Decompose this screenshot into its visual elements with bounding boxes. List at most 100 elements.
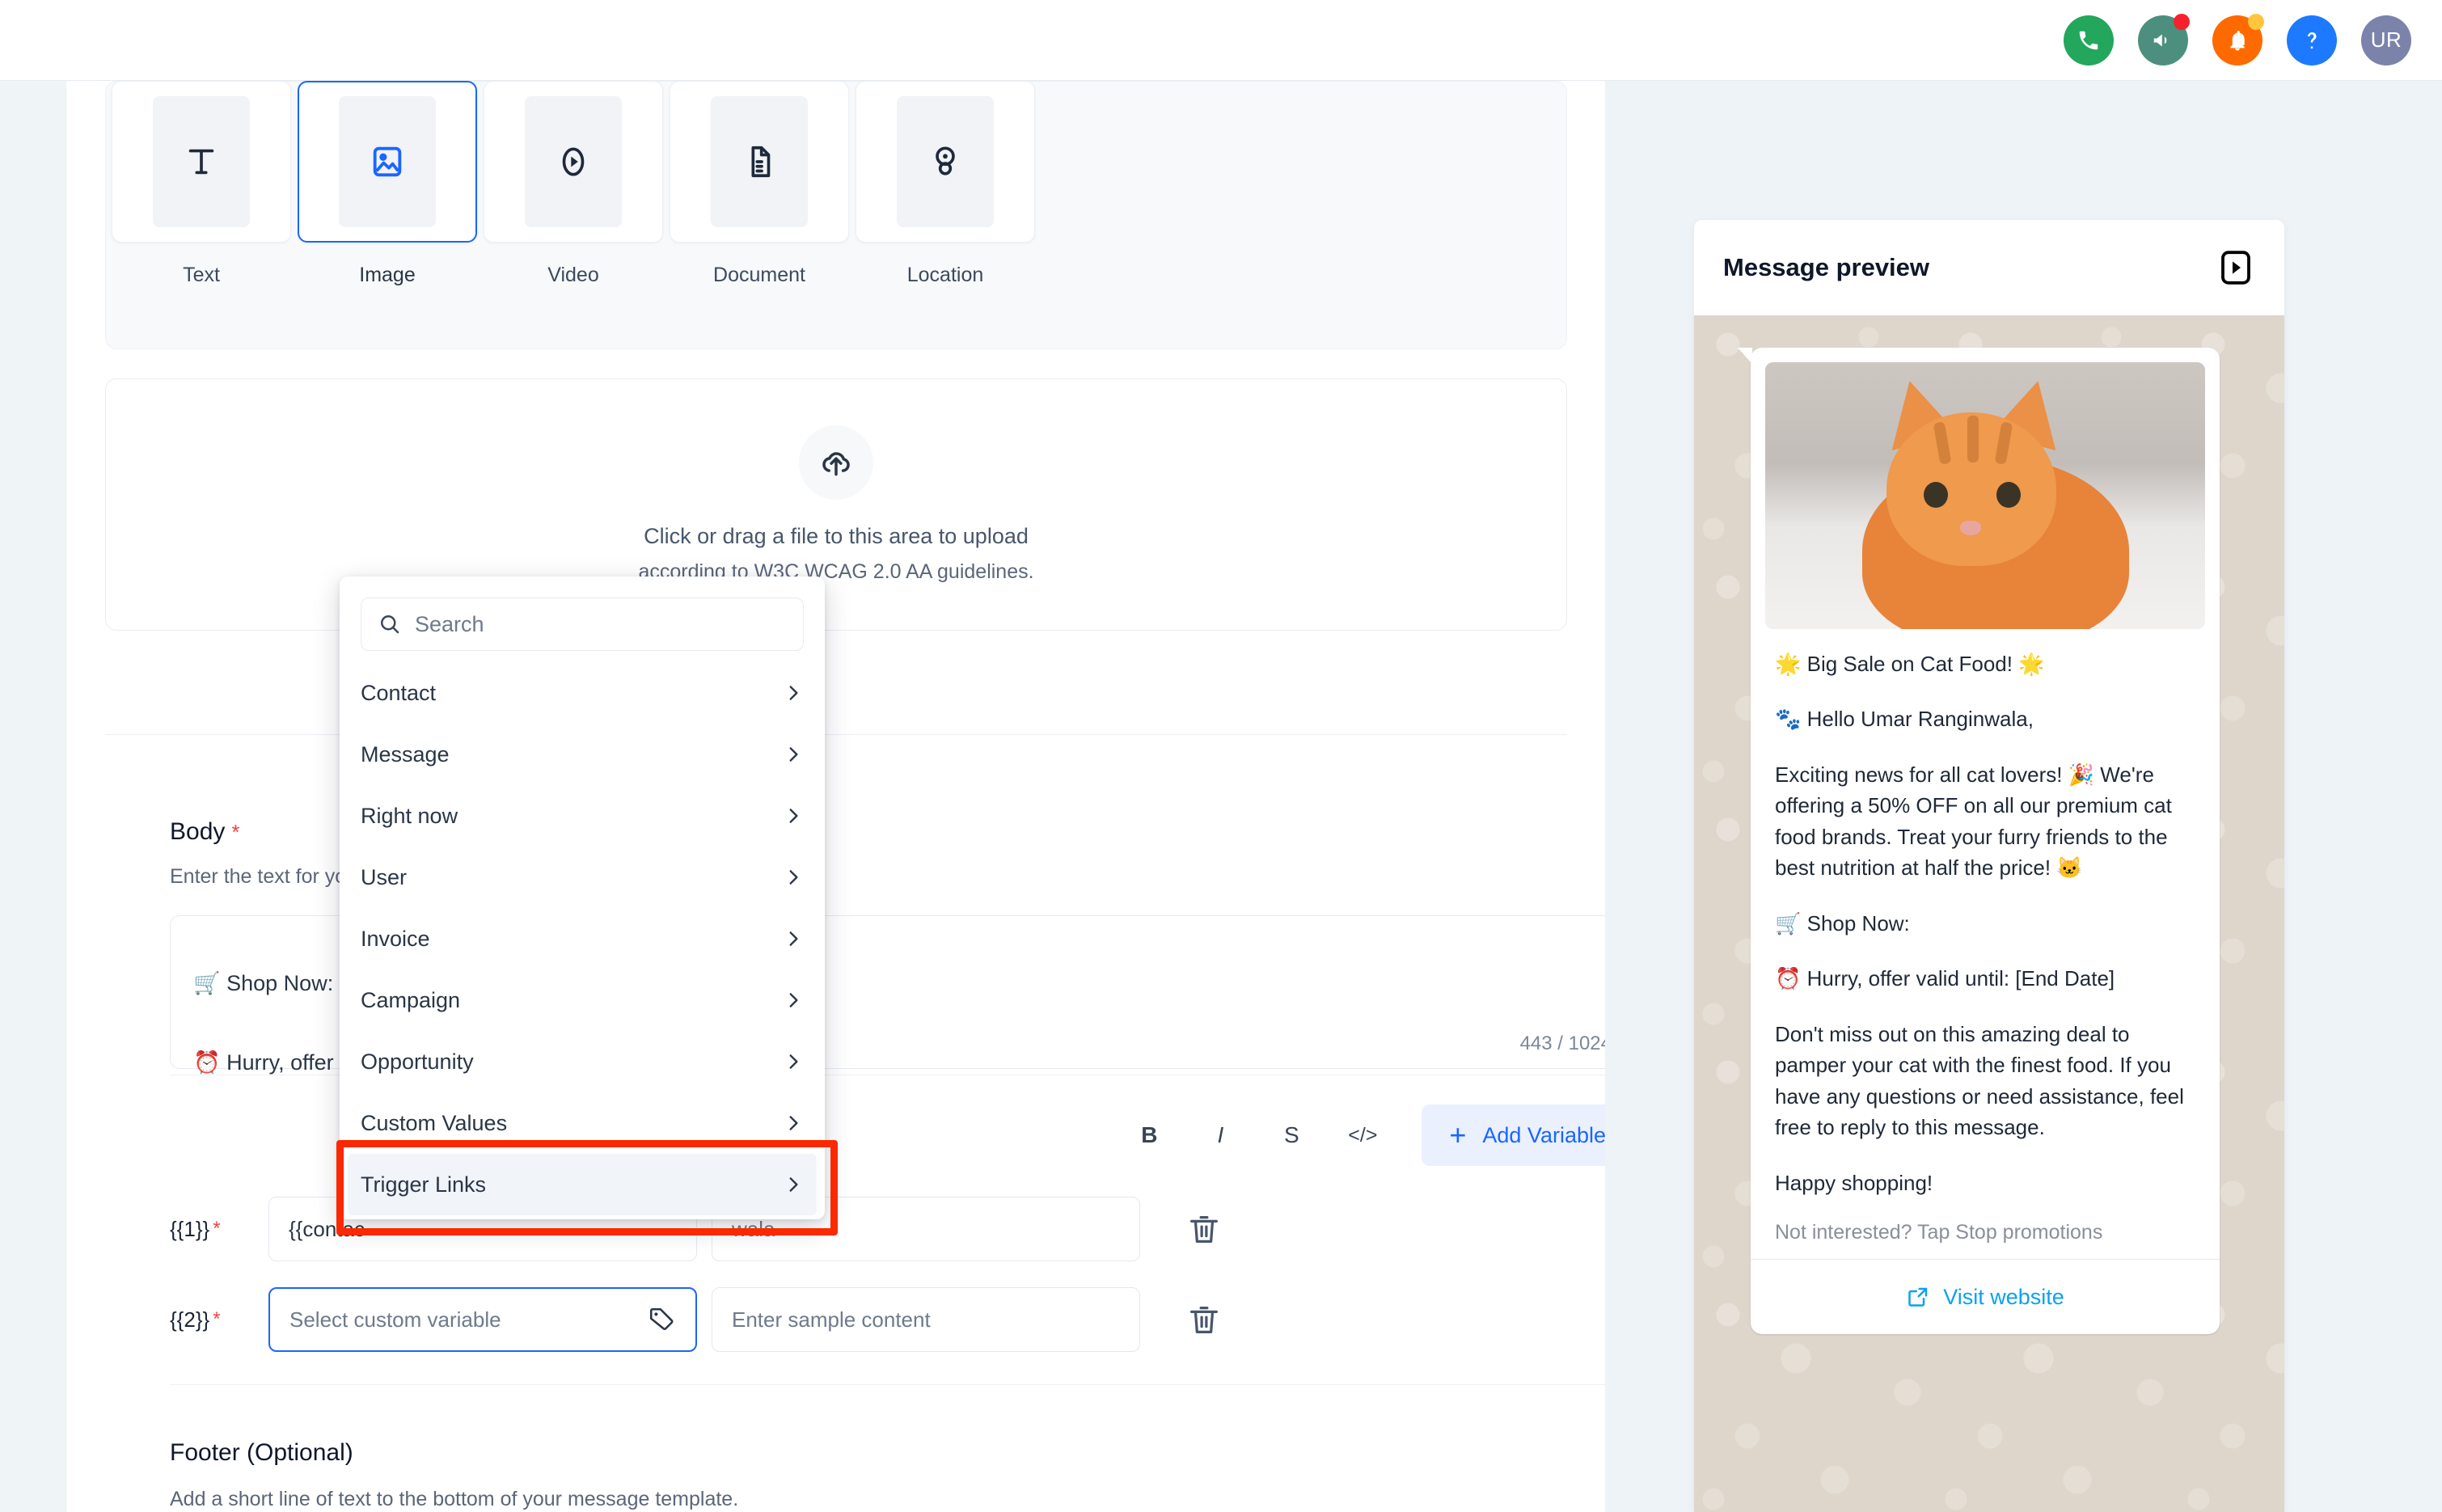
play-rounded-icon[interactable] (2216, 248, 2255, 287)
add-variable-button[interactable]: + Add Variable (1422, 1104, 1605, 1166)
message-preview-header: Message preview (1694, 220, 2284, 315)
search-icon (381, 615, 399, 634)
preview-paragraph: 🛒 Shop Now: (1775, 910, 1910, 935)
variable-search-placeholder: Search (415, 611, 484, 636)
variable-select-2[interactable]: Select custom variable (268, 1287, 697, 1352)
chevron-right-icon (789, 809, 798, 823)
variable-category-opportunity[interactable]: Opportunity (340, 1031, 825, 1092)
cloud-upload-icon (799, 425, 873, 500)
variable-sample-value: wala (732, 1216, 775, 1241)
required-asterisk: * (213, 1218, 221, 1240)
variable-category-label: Trigger Links (361, 1172, 487, 1197)
trash-icon[interactable] (1185, 1301, 1223, 1338)
variable-category-contact[interactable]: Contact (340, 662, 825, 724)
message-preview-title: Message preview (1723, 253, 1930, 281)
media-tile (856, 81, 1035, 243)
variable-category-user[interactable]: User (340, 847, 825, 908)
chevron-right-icon (789, 1054, 798, 1069)
message-preview-canvas: 🌟 Big Sale on Cat Food! 🌟 🐾 Hello Umar R… (1694, 315, 2284, 1512)
chevron-right-icon (789, 993, 798, 1007)
variable-category-invoice[interactable]: Invoice (340, 908, 825, 969)
variable-category-right-now[interactable]: Right now (340, 785, 825, 847)
body-section-title: Body * (170, 818, 240, 846)
bubble-tail (1738, 348, 1752, 364)
external-link-icon (1908, 1287, 1928, 1307)
variable-category-label: User (361, 864, 408, 889)
media-tile (298, 81, 477, 243)
variable-key-2: {{2}} * (170, 1307, 259, 1333)
bold-button[interactable]: B (1122, 1110, 1176, 1160)
required-asterisk: * (213, 1308, 221, 1330)
visit-website-button[interactable]: Visit website (1765, 1260, 2205, 1334)
media-type-label: Text (183, 264, 220, 286)
preview-paragraph: 🌟 Big Sale on Cat Food! 🌟 (1775, 652, 2045, 676)
media-type-row: Text Image Video Document Location (112, 81, 1035, 287)
media-tile (484, 81, 663, 243)
chevron-right-icon (789, 747, 798, 762)
variable-category-campaign[interactable]: Campaign (340, 969, 825, 1031)
preview-paragraph: Don't miss out on this amazing deal to p… (1775, 1021, 2184, 1140)
avatar-initials: UR (2370, 27, 2402, 52)
megaphone-icon[interactable] (2138, 13, 2190, 65)
footer-section-subtitle: Add a short line of text to the bottom o… (170, 1488, 739, 1510)
variable-category-label: Contact (361, 680, 437, 705)
document-icon (711, 96, 808, 227)
variables-divider (170, 1384, 1605, 1385)
variable-search-input[interactable]: Search (361, 598, 804, 651)
trash-icon[interactable] (1185, 1210, 1223, 1248)
section-divider (105, 734, 1567, 735)
media-type-document[interactable]: Document (670, 81, 849, 287)
add-variable-label: Add Variable (1482, 1122, 1605, 1147)
top-bar: UR (0, 0, 2442, 81)
variable-category-list: Contact Message Right now User Invoice C… (340, 662, 825, 1215)
variable-select-value: {{contac (289, 1216, 365, 1241)
variable-row-2: {{2}} * Select custom variable Enter samp… (170, 1287, 1223, 1352)
variable-category-trigger-links[interactable]: Trigger Links (348, 1154, 817, 1215)
variable-category-custom-values[interactable]: Custom Values (340, 1092, 825, 1154)
variable-category-label: Message (361, 741, 450, 767)
help-icon[interactable] (2287, 15, 2337, 65)
bell-icon[interactable] (2212, 13, 2264, 65)
variable-category-label: Campaign (361, 987, 461, 1012)
variable-sample-2[interactable]: Enter sample content (712, 1287, 1140, 1352)
plus-icon: + (1449, 1118, 1467, 1151)
strikethrough-button[interactable]: S (1265, 1110, 1318, 1160)
message-preview-panel: Message preview 🌟 Big Sale on Cat Food! … (1694, 220, 2284, 1512)
media-type-location[interactable]: Location (856, 81, 1035, 287)
avatar[interactable]: UR (2361, 15, 2411, 65)
left-rail (0, 81, 66, 1512)
variable-category-label: Invoice (361, 926, 430, 951)
preview-message-text: 🌟 Big Sale on Cat Food! 🌟 🐾 Hello Umar R… (1765, 629, 2205, 1198)
italic-button[interactable]: I (1194, 1110, 1247, 1160)
chevron-right-icon (789, 870, 798, 885)
tag-icon (649, 1307, 674, 1331)
variable-sample-placeholder: Enter sample content (732, 1307, 931, 1332)
body-char-count: 443 / 1024 (1519, 1033, 1605, 1054)
file-upload-dropzone[interactable]: Click or drag a file to this area to upl… (105, 378, 1567, 631)
preview-paragraph: Happy shopping! (1775, 1170, 1933, 1195)
image-icon (339, 96, 436, 227)
preview-footer-note: Not interested? Tap Stop promotions (1775, 1221, 2103, 1244)
location-pin-icon (897, 96, 994, 227)
body-label: Body (170, 818, 226, 845)
media-type-image[interactable]: Image (298, 81, 477, 287)
preview-paragraph: 🐾 Hello Umar Ranginwala, (1775, 707, 2034, 732)
visit-website-label: Visit website (1943, 1284, 2064, 1309)
variable-key-label: {{2}} (170, 1307, 210, 1332)
media-type-label: Video (547, 264, 599, 286)
message-bubble: 🌟 Big Sale on Cat Food! 🌟 🐾 Hello Umar R… (1738, 348, 2220, 1335)
chevron-right-icon (789, 1116, 798, 1130)
media-type-label: Location (906, 264, 984, 286)
code-button[interactable]: </> (1336, 1110, 1389, 1160)
media-type-text[interactable]: Text (112, 81, 291, 287)
text-format-icon (153, 96, 250, 227)
variable-category-message[interactable]: Message (340, 724, 825, 785)
main-content: Text Image Video Document Location Click… (66, 81, 1605, 1512)
variable-key-label: {{1}} (170, 1216, 210, 1241)
media-tile (112, 81, 291, 243)
phone-icon[interactable] (2064, 15, 2114, 65)
media-type-video[interactable]: Video (484, 81, 663, 287)
required-asterisk: * (231, 820, 240, 844)
video-play-icon (525, 96, 622, 227)
preview-paragraph: Exciting news for all cat lovers! 🎉 We'r… (1775, 762, 2172, 881)
